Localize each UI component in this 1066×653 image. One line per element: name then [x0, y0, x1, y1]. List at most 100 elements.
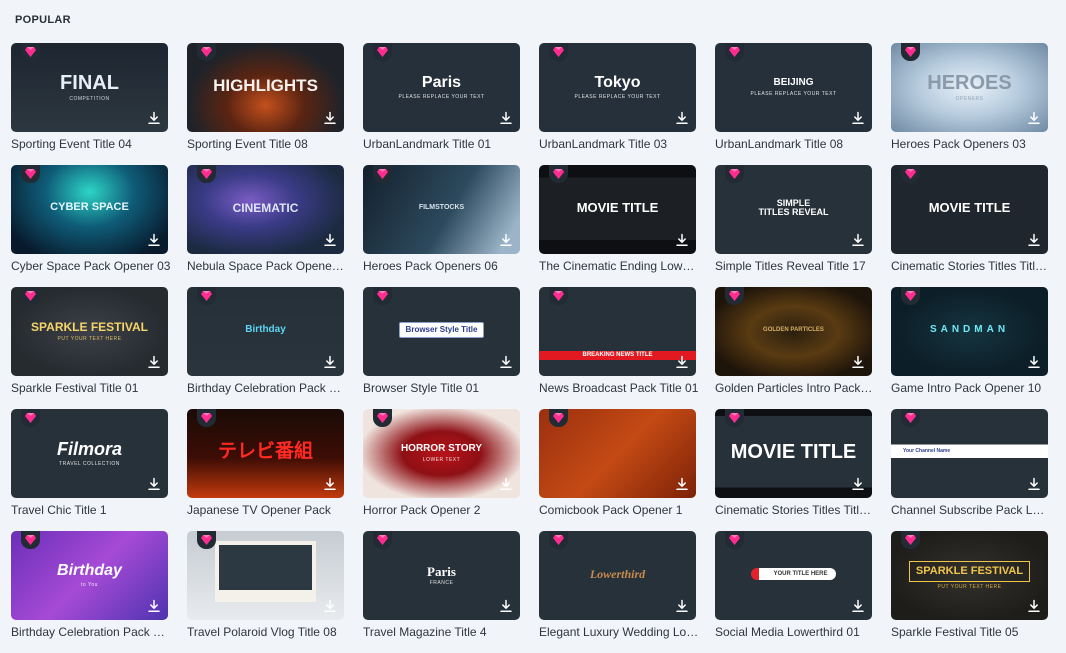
- download-icon[interactable]: [146, 476, 162, 492]
- template-thumbnail[interactable]: YOUR TITLE HERE: [715, 531, 872, 620]
- download-icon[interactable]: [1026, 232, 1042, 248]
- template-thumbnail[interactable]: テレビ番組: [187, 409, 344, 498]
- template-card[interactable]: Travel Polaroid Vlog Title 08: [187, 531, 344, 653]
- template-card[interactable]: BEIJING PLEASE REPLACE YOUR TEXT UrbanLa…: [715, 43, 872, 165]
- download-icon[interactable]: [146, 110, 162, 126]
- download-icon[interactable]: [146, 598, 162, 614]
- download-icon[interactable]: [850, 476, 866, 492]
- template-thumbnail[interactable]: Filmora TRAVEL COLLECTION: [11, 409, 168, 498]
- template-card[interactable]: Birthday to You Birthday Celebration Pac…: [11, 531, 171, 653]
- download-icon[interactable]: [146, 232, 162, 248]
- template-thumbnail[interactable]: HIGHLIGHTS: [187, 43, 344, 132]
- download-icon[interactable]: [674, 354, 690, 370]
- template-card[interactable]: Filmora TRAVEL COLLECTION Travel Chic Ti…: [11, 409, 168, 531]
- download-icon[interactable]: [146, 354, 162, 370]
- gem-icon: [373, 531, 392, 549]
- template-thumbnail[interactable]: CINEMATIC: [187, 165, 344, 254]
- template-title: Birthday Celebration Pack Title 05: [11, 625, 171, 639]
- template-thumbnail[interactable]: MOVIE TITLE: [715, 409, 872, 498]
- template-thumbnail[interactable]: SPARKLE FESTIVAL PUT YOUR TEXT HERE: [891, 531, 1048, 620]
- download-icon[interactable]: [322, 598, 338, 614]
- download-icon[interactable]: [498, 476, 514, 492]
- template-thumbnail[interactable]: Lowerthird: [539, 531, 696, 620]
- template-card[interactable]: Paris FRANCE Travel Magazine Title 4: [363, 531, 520, 653]
- download-icon[interactable]: [1026, 476, 1042, 492]
- template-card[interactable]: SIMPLE TITLES REVEAL Simple Titles Revea…: [715, 165, 872, 287]
- download-icon[interactable]: [1026, 354, 1042, 370]
- template-thumbnail[interactable]: HORROR STORY LOWER TEXT: [363, 409, 520, 498]
- download-icon[interactable]: [498, 598, 514, 614]
- download-icon[interactable]: [674, 598, 690, 614]
- template-card[interactable]: CYBER SPACE Cyber Space Pack Opener 03: [11, 165, 170, 287]
- template-card[interactable]: Paris PLEASE REPLACE YOUR TEXT UrbanLand…: [363, 43, 520, 165]
- template-card[interactable]: SANDMAN Game Intro Pack Opener 10: [891, 287, 1048, 409]
- template-card[interactable]: Lowerthird Elegant Luxury Wedding Lower …: [539, 531, 699, 653]
- template-thumbnail[interactable]: Tokyo PLEASE REPLACE YOUR TEXT: [539, 43, 696, 132]
- template-thumbnail[interactable]: [539, 409, 696, 498]
- template-card[interactable]: FILMSTOCKS Heroes Pack Openers 06: [363, 165, 520, 287]
- template-card[interactable]: Birthday Birthday Celebration Pack Title…: [187, 287, 347, 409]
- gem-icon: [21, 409, 40, 427]
- download-icon[interactable]: [850, 232, 866, 248]
- template-thumbnail[interactable]: [187, 531, 344, 620]
- download-icon[interactable]: [322, 110, 338, 126]
- template-card[interactable]: MOVIE TITLE The Cinematic Ending Lower T…: [539, 165, 699, 287]
- template-title: Elegant Luxury Wedding Lower Third 01: [539, 625, 699, 639]
- template-thumbnail[interactable]: GOLDEN PARTICLES: [715, 287, 872, 376]
- template-card[interactable]: テレビ番組 Japanese TV Opener Pack: [187, 409, 344, 531]
- template-card[interactable]: Tokyo PLEASE REPLACE YOUR TEXT UrbanLand…: [539, 43, 696, 165]
- download-icon[interactable]: [498, 232, 514, 248]
- template-thumbnail[interactable]: Your Channel Name: [891, 409, 1048, 498]
- download-icon[interactable]: [850, 110, 866, 126]
- template-thumbnail[interactable]: Paris FRANCE: [363, 531, 520, 620]
- template-card[interactable]: HORROR STORY LOWER TEXT Horror Pack Open…: [363, 409, 520, 531]
- template-thumbnail[interactable]: Paris PLEASE REPLACE YOUR TEXT: [363, 43, 520, 132]
- template-thumbnail[interactable]: FILMSTOCKS: [363, 165, 520, 254]
- download-icon[interactable]: [498, 110, 514, 126]
- download-icon[interactable]: [1026, 110, 1042, 126]
- download-icon[interactable]: [322, 232, 338, 248]
- download-icon[interactable]: [498, 354, 514, 370]
- template-card[interactable]: BREAKING NEWS TITLE News Broadcast Pack …: [539, 287, 698, 409]
- template-thumbnail[interactable]: Birthday: [187, 287, 344, 376]
- template-thumbnail[interactable]: BEIJING PLEASE REPLACE YOUR TEXT: [715, 43, 872, 132]
- preview-title: CYBER SPACE: [50, 201, 129, 214]
- download-icon[interactable]: [850, 598, 866, 614]
- template-card[interactable]: Comicbook Pack Opener 1: [539, 409, 696, 531]
- template-card[interactable]: Browser Style Title Browser Style Title …: [363, 287, 520, 409]
- template-thumbnail[interactable]: FINAL COMPETITION: [11, 43, 168, 132]
- template-card[interactable]: MOVIE TITLE Cinematic Stories Titles Tit…: [891, 165, 1051, 287]
- download-icon[interactable]: [1026, 598, 1042, 614]
- download-icon[interactable]: [674, 232, 690, 248]
- template-card[interactable]: MOVIE TITLE Cinematic Stories Titles Tit…: [715, 409, 875, 531]
- template-card[interactable]: SPARKLE FESTIVAL PUT YOUR TEXT HERE Spar…: [11, 287, 168, 409]
- template-thumbnail[interactable]: SIMPLE TITLES REVEAL: [715, 165, 872, 254]
- template-card[interactable]: YOUR TITLE HERE Social Media Lowerthird …: [715, 531, 872, 653]
- template-thumbnail[interactable]: MOVIE TITLE: [539, 165, 696, 254]
- preview-subtitle: LOWER TEXT: [422, 456, 461, 463]
- template-card[interactable]: GOLDEN PARTICLES Golden Particles Intro …: [715, 287, 875, 409]
- template-card[interactable]: Your Channel Name Channel Subscribe Pack…: [891, 409, 1051, 531]
- template-thumbnail[interactable]: CYBER SPACE: [11, 165, 168, 254]
- template-card[interactable]: HIGHLIGHTS Sporting Event Title 08: [187, 43, 344, 165]
- template-thumbnail[interactable]: HEROES OPENERS: [891, 43, 1048, 132]
- template-thumbnail[interactable]: Birthday to You: [11, 531, 168, 620]
- template-thumbnail[interactable]: SANDMAN: [891, 287, 1048, 376]
- download-icon[interactable]: [322, 354, 338, 370]
- template-card[interactable]: CINEMATIC Nebula Space Pack Opener 02: [187, 165, 347, 287]
- template-thumbnail[interactable]: SPARKLE FESTIVAL PUT YOUR TEXT HERE: [11, 287, 168, 376]
- template-card[interactable]: FINAL COMPETITION Sporting Event Title 0…: [11, 43, 168, 165]
- template-card[interactable]: HEROES OPENERS Heroes Pack Openers 03: [891, 43, 1048, 165]
- template-card[interactable]: SPARKLE FESTIVAL PUT YOUR TEXT HERE Spar…: [891, 531, 1048, 653]
- download-icon[interactable]: [322, 476, 338, 492]
- download-icon[interactable]: [850, 354, 866, 370]
- gem-icon: [901, 287, 920, 305]
- template-thumbnail[interactable]: Browser Style Title: [363, 287, 520, 376]
- template-title: Cinematic Stories Titles Title 02: [715, 503, 875, 517]
- template-thumbnail[interactable]: MOVIE TITLE: [891, 165, 1048, 254]
- gem-icon: [725, 43, 744, 61]
- download-icon[interactable]: [674, 476, 690, 492]
- template-thumbnail[interactable]: BREAKING NEWS TITLE: [539, 287, 696, 376]
- preview-title: Your Channel Name: [903, 448, 951, 455]
- download-icon[interactable]: [674, 110, 690, 126]
